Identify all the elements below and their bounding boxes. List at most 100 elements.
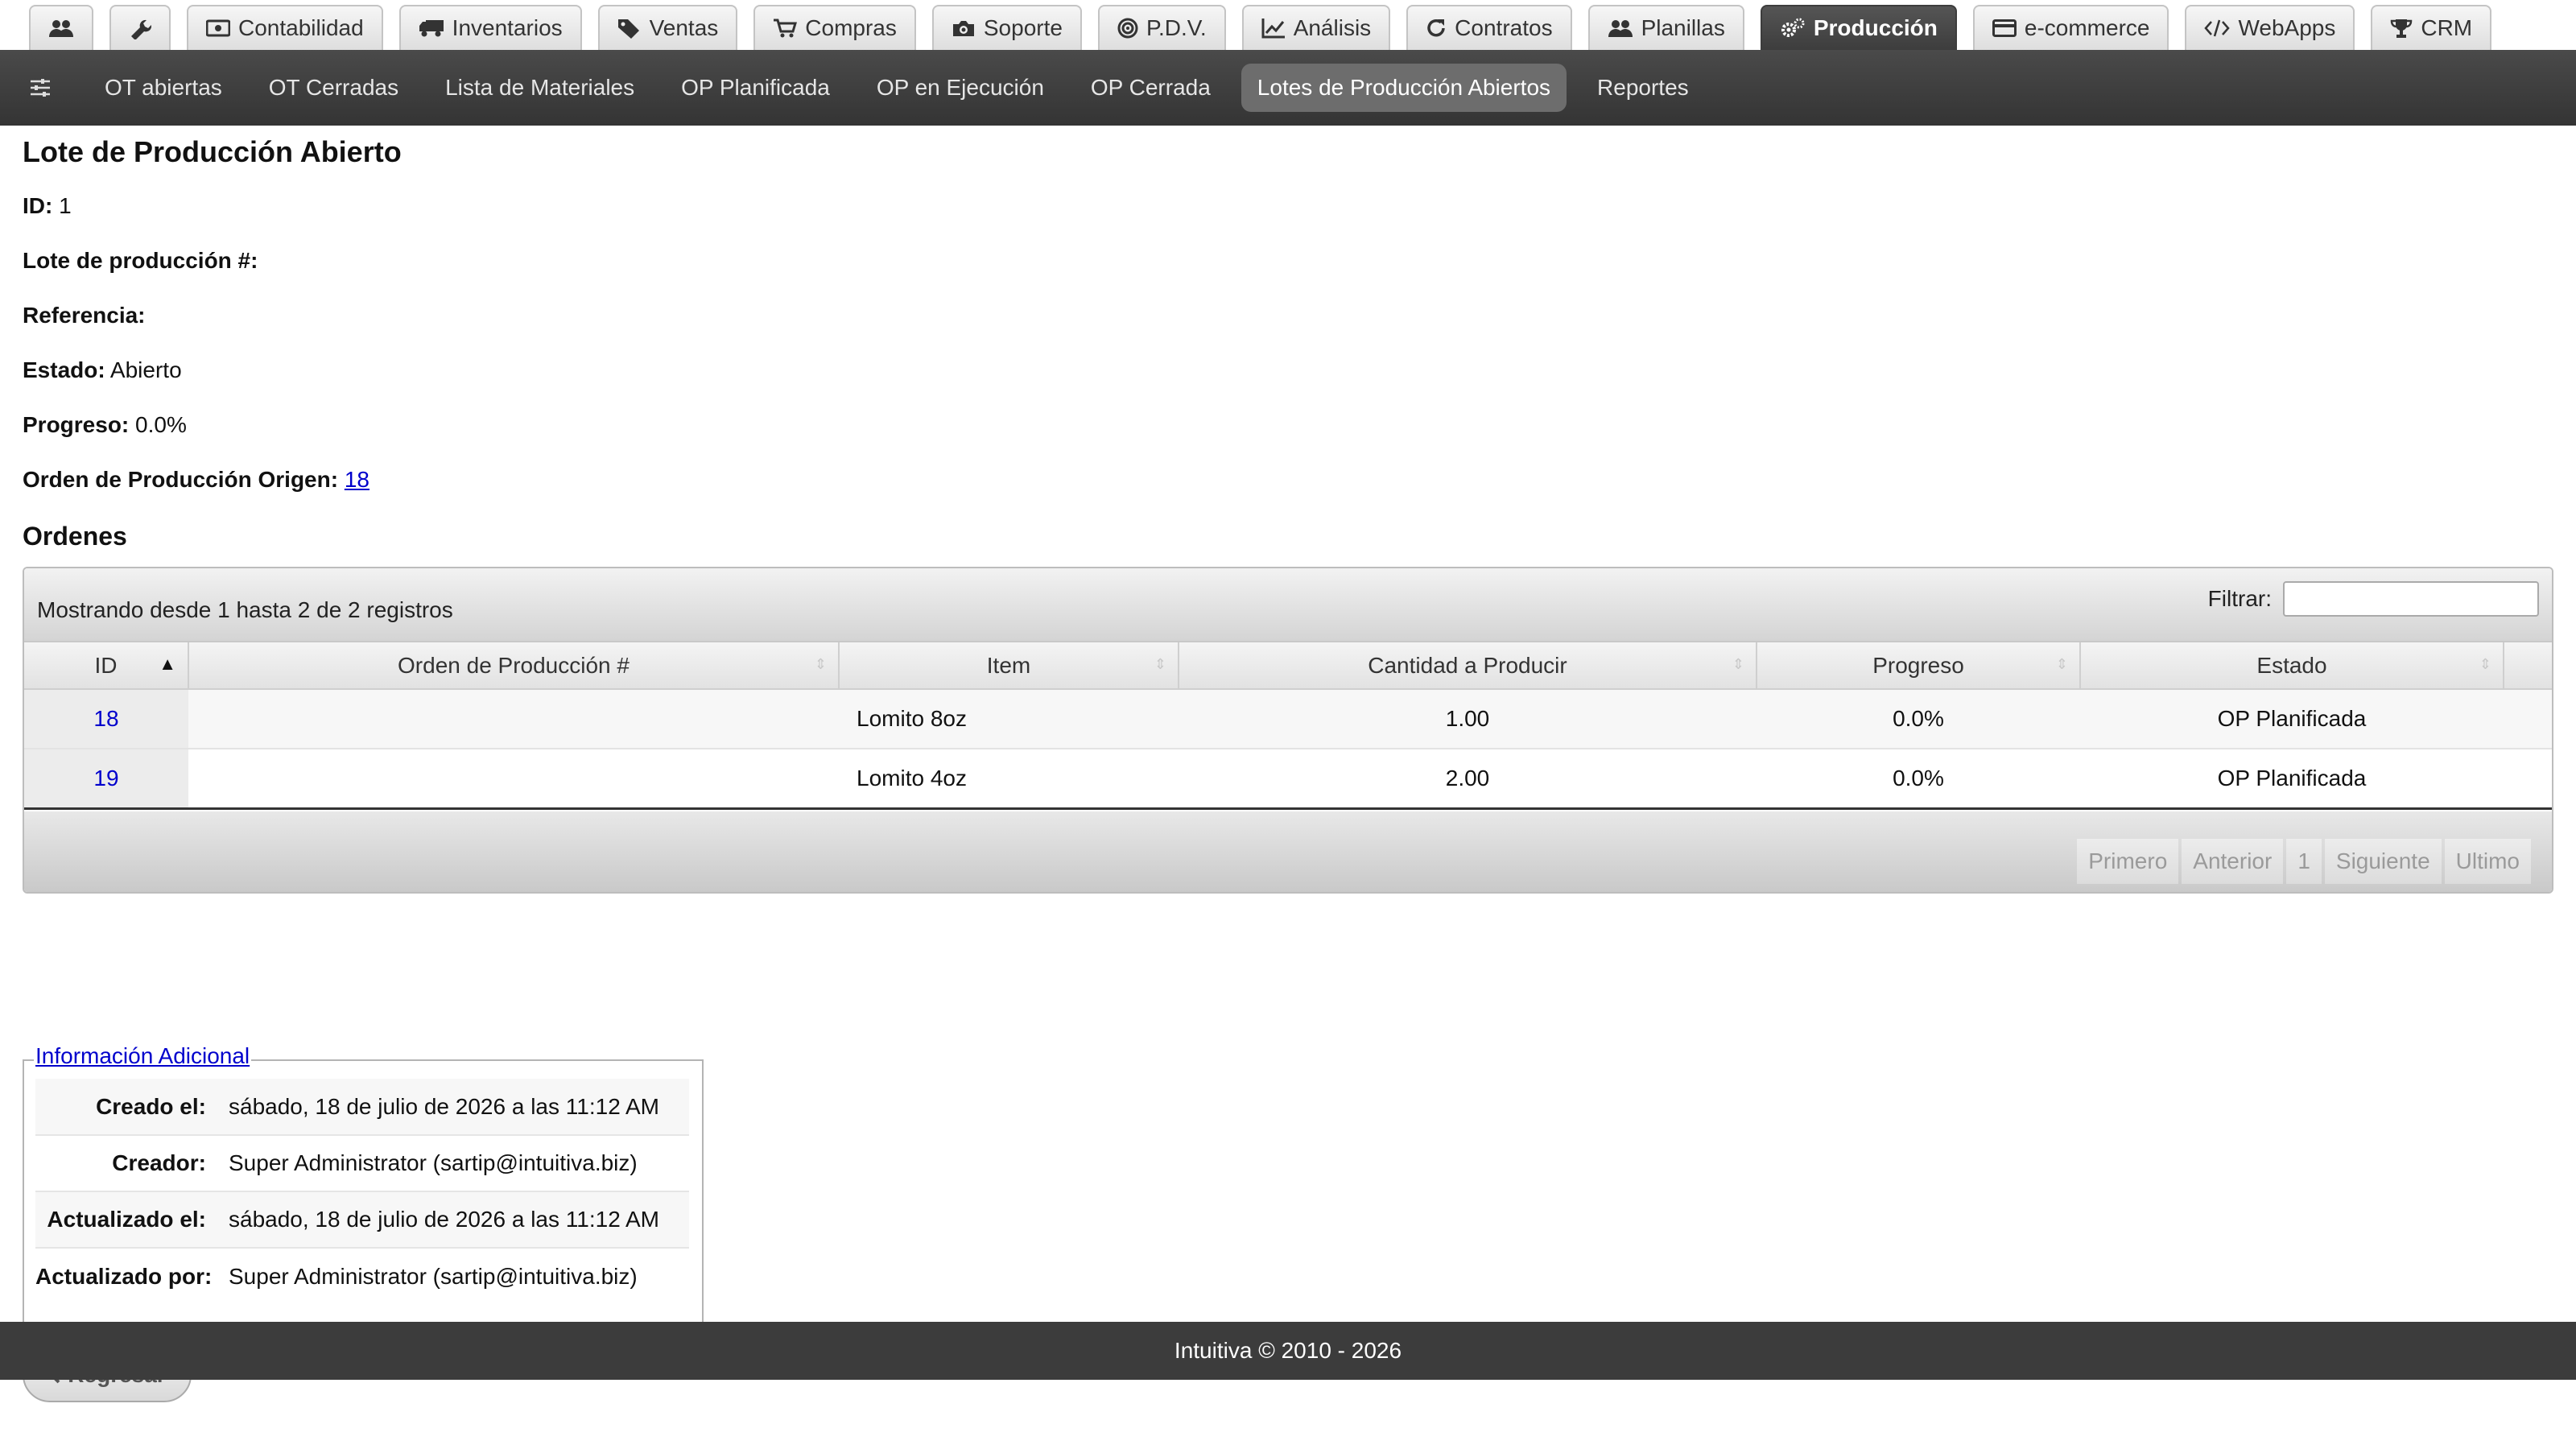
- cell-item: Lomito 4oz: [839, 749, 1179, 810]
- submenu-bar: OT abiertas OT Cerradas Lista de Materia…: [0, 50, 2576, 126]
- users-icon: [1608, 18, 1633, 39]
- cell-progreso: 0.0%: [1757, 689, 2080, 749]
- cell-estado: OP Planificada: [2080, 749, 2504, 810]
- pager-first[interactable]: Primero: [2077, 839, 2179, 884]
- tab-label: Inventarios: [452, 15, 563, 40]
- tab-label: P.D.V.: [1146, 15, 1207, 40]
- info-value: sábado, 18 de julio de 2026 a las 11:12 …: [229, 1191, 689, 1249]
- table-footer: Primero Anterior 1 Siguiente Ultimo: [24, 811, 2552, 892]
- tab-produccion[interactable]: Producción: [1760, 5, 1957, 50]
- pager-page-1[interactable]: 1: [2286, 839, 2322, 884]
- field-lote: Lote de producción #:: [23, 248, 258, 274]
- sort-both-icon: ⇕: [1732, 656, 1744, 672]
- tab-ecommerce[interactable]: e-commerce: [1972, 5, 2169, 50]
- tab-tools[interactable]: [109, 5, 171, 50]
- row-id-link[interactable]: 19: [93, 766, 118, 791]
- table-info: Mostrando desde 1 hasta 2 de 2 registros: [37, 597, 453, 622]
- cell-blank: [2504, 689, 2552, 749]
- money-icon: [206, 19, 230, 37]
- additional-info-toggle[interactable]: Información Adicional: [34, 1043, 252, 1069]
- info-key: Actualizado el:: [35, 1191, 229, 1249]
- col-header-cantidad[interactable]: Cantidad a Producir ⇕: [1179, 642, 1757, 690]
- col-header-id[interactable]: ID ▲: [24, 642, 189, 690]
- table-row: 19 Lomito 4oz 2.00 0.0% OP Planificada: [24, 749, 2552, 810]
- tab-ventas[interactable]: Ventas: [597, 5, 738, 50]
- tab-contratos[interactable]: Contratos: [1406, 5, 1572, 50]
- tab-webapps[interactable]: WebApps: [2185, 5, 2355, 50]
- tab-label: Soporte: [983, 15, 1063, 40]
- page-title: Lote de Producción Abierto: [23, 135, 402, 168]
- info-key: Actualizado por:: [35, 1263, 213, 1289]
- tab-label: Planillas: [1641, 15, 1725, 40]
- tab-label: Compras: [805, 15, 897, 40]
- pagination: Primero Anterior 1 Siguiente Ultimo: [2074, 839, 2531, 884]
- sort-both-icon: ⇕: [814, 656, 827, 672]
- pager-last[interactable]: Ultimo: [2444, 839, 2531, 884]
- info-row: Creado el: sábado, 18 de julio de 2026 a…: [35, 1079, 689, 1136]
- tab-inventarios[interactable]: Inventarios: [398, 5, 582, 50]
- submenu-op-cerrada[interactable]: OP Cerrada: [1075, 64, 1227, 112]
- cell-progreso: 0.0%: [1757, 749, 2080, 810]
- submenu-lista-materiales[interactable]: Lista de Materiales: [429, 64, 650, 112]
- submenu-reportes[interactable]: Reportes: [1581, 64, 1705, 112]
- field-label: Orden de Producción Origen:: [23, 467, 339, 492]
- footer-copyright: Intuitiva © 2010 - 2026: [1174, 1338, 1402, 1363]
- sort-both-icon: ⇕: [1154, 656, 1166, 672]
- col-header-estado[interactable]: Estado ⇕: [2080, 642, 2504, 690]
- tab-label: e-commerce: [2024, 15, 2150, 40]
- col-header-progreso[interactable]: Progreso ⇕: [1757, 642, 2081, 690]
- tab-contabilidad[interactable]: Contabilidad: [187, 5, 383, 50]
- col-header-orden[interactable]: Orden de Producción # ⇕: [188, 642, 840, 690]
- field-label: Referencia:: [23, 303, 146, 328]
- pager-next[interactable]: Siguiente: [2324, 839, 2442, 884]
- submenu-ot-cerradas[interactable]: OT Cerradas: [253, 64, 415, 112]
- table-toolbar: Mostrando desde 1 hasta 2 de 2 registros…: [24, 568, 2552, 642]
- field-referencia: Referencia:: [23, 303, 146, 328]
- field-label: ID:: [23, 193, 53, 218]
- tab-crm[interactable]: CRM: [2371, 5, 2492, 50]
- camera-icon: [952, 19, 976, 38]
- sort-both-icon: ⇕: [2479, 656, 2491, 672]
- target-icon: [1117, 18, 1138, 39]
- field-label: Lote de producción #:: [23, 248, 258, 273]
- page-footer: Intuitiva © 2010 - 2026: [0, 1322, 2576, 1380]
- ordenes-table: ID ▲ Orden de Producción # ⇕ Item ⇕ Cantida…: [24, 642, 2552, 810]
- table-header-row: ID ▲ Orden de Producción # ⇕ Item ⇕ Cantida…: [24, 642, 2552, 690]
- orden-origen-link[interactable]: 18: [345, 467, 369, 492]
- submenu-ot-abiertas[interactable]: OT abiertas: [89, 64, 238, 112]
- field-progreso: Progreso: 0.0%: [23, 412, 187, 438]
- field-label: Progreso:: [23, 412, 130, 437]
- col-header-blank: [2504, 642, 2552, 690]
- field-value: 0.0%: [135, 412, 187, 437]
- submenu-op-planificada[interactable]: OP Planificada: [665, 64, 846, 112]
- filter-label: Filtrar:: [2207, 586, 2272, 611]
- tab-analisis[interactable]: Análisis: [1241, 5, 1391, 50]
- tab-users[interactable]: [29, 5, 93, 50]
- field-orden-origen: Orden de Producción Origen: 18: [23, 467, 369, 493]
- tab-pdv[interactable]: P.D.V.: [1097, 5, 1226, 50]
- filter-input[interactable]: [2283, 581, 2539, 617]
- tab-label: Ventas: [649, 15, 719, 40]
- col-header-item[interactable]: Item ⇕: [839, 642, 1179, 690]
- tab-label: Contratos: [1455, 15, 1553, 40]
- info-key: Creado el:: [35, 1079, 229, 1136]
- info-row: Actualizado el: sábado, 18 de julio de 2…: [35, 1191, 689, 1249]
- pager-prev[interactable]: Anterior: [2182, 839, 2284, 884]
- submenu-op-ejecucion[interactable]: OP en Ejecución: [861, 64, 1060, 112]
- table-row: 18 Lomito 8oz 1.00 0.0% OP Planificada: [24, 689, 2552, 749]
- refresh-icon: [1426, 18, 1447, 39]
- trophy-icon: [2390, 18, 2413, 39]
- tab-planillas[interactable]: Planillas: [1587, 5, 1744, 50]
- tab-soporte[interactable]: Soporte: [931, 5, 1082, 50]
- row-id-link[interactable]: 18: [93, 706, 118, 731]
- tab-label: Producción: [1813, 15, 1938, 40]
- submenu-lotes-abiertos[interactable]: Lotes de Producción Abiertos: [1241, 64, 1567, 112]
- info-value: Super Administrator (sartip@intuitiva.bi…: [229, 1263, 638, 1289]
- sliders-icon[interactable]: [29, 78, 52, 97]
- chart-icon: [1261, 18, 1286, 39]
- sort-asc-icon: ▲: [159, 654, 176, 674]
- cart-icon: [773, 18, 798, 39]
- tag-icon: [617, 18, 642, 39]
- tab-compras[interactable]: Compras: [753, 5, 916, 50]
- field-value: Abierto: [109, 357, 182, 382]
